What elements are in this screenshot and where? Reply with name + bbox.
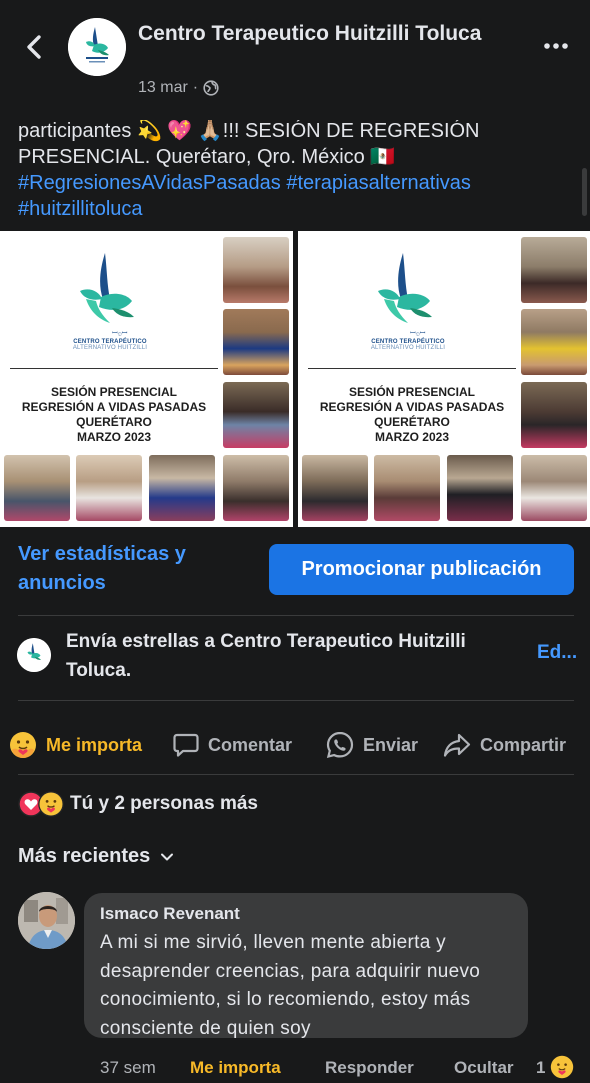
globe-icon (203, 80, 219, 96)
session-photo (149, 455, 215, 521)
care-reaction-icon (38, 791, 64, 817)
text-scrollbar[interactable] (582, 168, 587, 216)
sort-label: Más recientes (18, 845, 151, 867)
logo-subcaption: ALTERNATIVO HUITZILLI (72, 345, 148, 351)
meta-separator: · (192, 79, 199, 96)
page-name[interactable]: Centro Terapeutico Huitzilli Toluca (138, 20, 498, 48)
logo-caption: CENTRO TERAPÉUTICO ALTERNATIVO HUITZILLI (338, 339, 478, 351)
comment-actions: 37 sem Me importa Responder Ocultar 1 (100, 1054, 580, 1082)
text-clip-mask (18, 104, 573, 120)
post-text-line-2: PRESENCIAL. Querétaro, Qro. México 🇲🇽 (18, 146, 396, 168)
comment-text: A mi si me sirvió, lleven mente abierta … (100, 932, 481, 1039)
flyer-line: QUERÉTARO (76, 415, 152, 429)
hummingbird-logo-icon (17, 638, 51, 672)
post-text-lines: participantes 💫 💖 🙏🏼!!! SESIÓN DE REGRES… (18, 118, 573, 222)
flyer-line: MARZO 2023 (374, 430, 450, 444)
logo-subcaption: ALTERNATIVO HUITZILLI (370, 345, 446, 351)
comment-care-button[interactable]: Me importa (190, 1058, 281, 1078)
reaction-summary[interactable]: Tú y 2 personas más (18, 790, 258, 818)
page-avatar-small (17, 638, 51, 672)
edit-link[interactable]: Ed... (537, 642, 577, 664)
back-button[interactable] (20, 30, 48, 64)
comment-sort-dropdown[interactable]: Más recientes (18, 845, 174, 868)
post-owner-actions: Ver estadísticas y anuncios Promocionar … (0, 540, 590, 604)
session-photo (223, 382, 289, 448)
whatsapp-icon (326, 731, 354, 758)
session-photo (521, 455, 587, 521)
session-photo (521, 382, 587, 448)
svg-text:ꟷ۞ꟷ: ꟷ۞ꟷ (410, 329, 426, 337)
session-photo (223, 237, 289, 303)
chevron-left-icon (27, 35, 41, 59)
post-header: Centro Terapeutico Huitzilli Toluca 13 m… (0, 0, 590, 110)
stats-link[interactable]: Ver estadísticas y anuncios (18, 540, 258, 598)
session-photo (374, 455, 440, 521)
flyer-divider (10, 368, 218, 369)
post-meta: 13 mar · (138, 79, 219, 97)
reply-button[interactable]: Responder (325, 1058, 414, 1078)
comment-bubble[interactable]: Ismaco Revenant A mi si me sirvió, lleve… (84, 893, 528, 1039)
send-button[interactable]: Enviar (325, 730, 418, 760)
care-button[interactable]: Me importa (8, 730, 142, 760)
post-date[interactable]: 13 mar (138, 79, 188, 97)
comment-label: Comentar (208, 734, 293, 755)
care-emoji-icon (10, 732, 36, 758)
share-label: Compartir (480, 734, 567, 755)
reaction-summary-text: Tú y 2 personas más (70, 793, 258, 814)
comment-button[interactable]: Comentar (172, 730, 292, 760)
session-photo (521, 309, 587, 375)
hummingbird-logo-icon: ꟷ۞ꟷ (378, 253, 432, 337)
svg-text:ꟷ۞ꟷ: ꟷ۞ꟷ (112, 329, 128, 337)
flyer-line: MARZO 2023 (76, 430, 152, 444)
comment-author[interactable]: Ismaco Revenant (100, 903, 512, 925)
stars-promo[interactable]: Envía estrellas a Centro Terapeutico Hui… (0, 616, 590, 700)
flyer-line: REGRESIÓN A VIDAS PASADAS (319, 400, 505, 414)
post-text: participantes 💫 💖 🙏🏼!!! SESIÓN DE REGRES… (18, 104, 573, 226)
care-label: Me importa (46, 734, 143, 755)
session-photo (302, 455, 368, 521)
post-image[interactable]: ꟷ۞ꟷ CENTRO TERAPÉUTICO ALTERNATIVO HUITZ… (298, 231, 590, 527)
session-photo (447, 455, 513, 521)
person-photo-icon (18, 892, 75, 949)
session-photo (4, 455, 70, 521)
stars-text: Envía estrellas a Centro Terapeutico Hui… (66, 631, 466, 681)
hummingbird-logo-icon: ꟷ۞ꟷ (80, 253, 134, 337)
share-button[interactable]: Compartir (442, 730, 566, 760)
hashtag-link[interactable]: #huitzillitoluca (18, 198, 143, 220)
flyer-line: REGRESIÓN A VIDAS PASADAS (21, 400, 207, 414)
comment-reaction-count: 1 (536, 1058, 546, 1077)
commenter-avatar[interactable] (18, 892, 75, 949)
hummingbird-logo-icon (68, 18, 126, 76)
hashtag-link[interactable]: #RegresionesAVidasPasadas (18, 172, 281, 194)
flyer-divider (308, 368, 516, 369)
session-photo (521, 237, 587, 303)
session-photo (223, 309, 289, 375)
divider (18, 774, 574, 775)
promote-button[interactable]: Promocionar publicación (269, 544, 574, 595)
post-image[interactable]: ꟷ۞ꟷ CENTRO TERAPÉUTICO ALTERNATIVO HUITZ… (0, 231, 293, 527)
post-text-line-1: participantes 💫 💖 🙏🏼!!! SESIÓN DE REGRES… (18, 120, 480, 142)
hide-button[interactable]: Ocultar (454, 1058, 514, 1078)
flyer-line: SESIÓN PRESENCIAL (50, 385, 178, 399)
post-images: ꟷ۞ꟷ CENTRO TERAPÉUTICO ALTERNATIVO HUITZ… (0, 231, 590, 527)
chevron-down-icon (161, 853, 174, 860)
flyer-text: SESIÓN PRESENCIAL REGRESIÓN A VIDAS PASA… (312, 385, 512, 445)
comment-time[interactable]: 37 sem (100, 1058, 156, 1078)
care-reaction-icon[interactable] (550, 1055, 574, 1079)
more-options-button[interactable] (542, 36, 570, 56)
reaction-bar: Me importa Comentar Enviar Compartir (0, 718, 590, 774)
flyer-line: SESIÓN PRESENCIAL (348, 385, 476, 399)
logo-caption: CENTRO TERAPÉUTICO ALTERNATIVO HUITZILLI (40, 339, 180, 351)
comment-icon (173, 733, 199, 757)
page-avatar[interactable] (68, 18, 126, 76)
hashtag-link[interactable]: #terapiasalternativas (286, 172, 471, 194)
send-label: Enviar (363, 734, 419, 755)
divider (18, 700, 574, 701)
more-horizontal-icon (544, 43, 568, 49)
session-photo (223, 455, 289, 521)
session-photo (76, 455, 142, 521)
share-icon (443, 733, 471, 757)
flyer-line: QUERÉTARO (374, 415, 450, 429)
flyer-text: SESIÓN PRESENCIAL REGRESIÓN A VIDAS PASA… (14, 385, 214, 445)
